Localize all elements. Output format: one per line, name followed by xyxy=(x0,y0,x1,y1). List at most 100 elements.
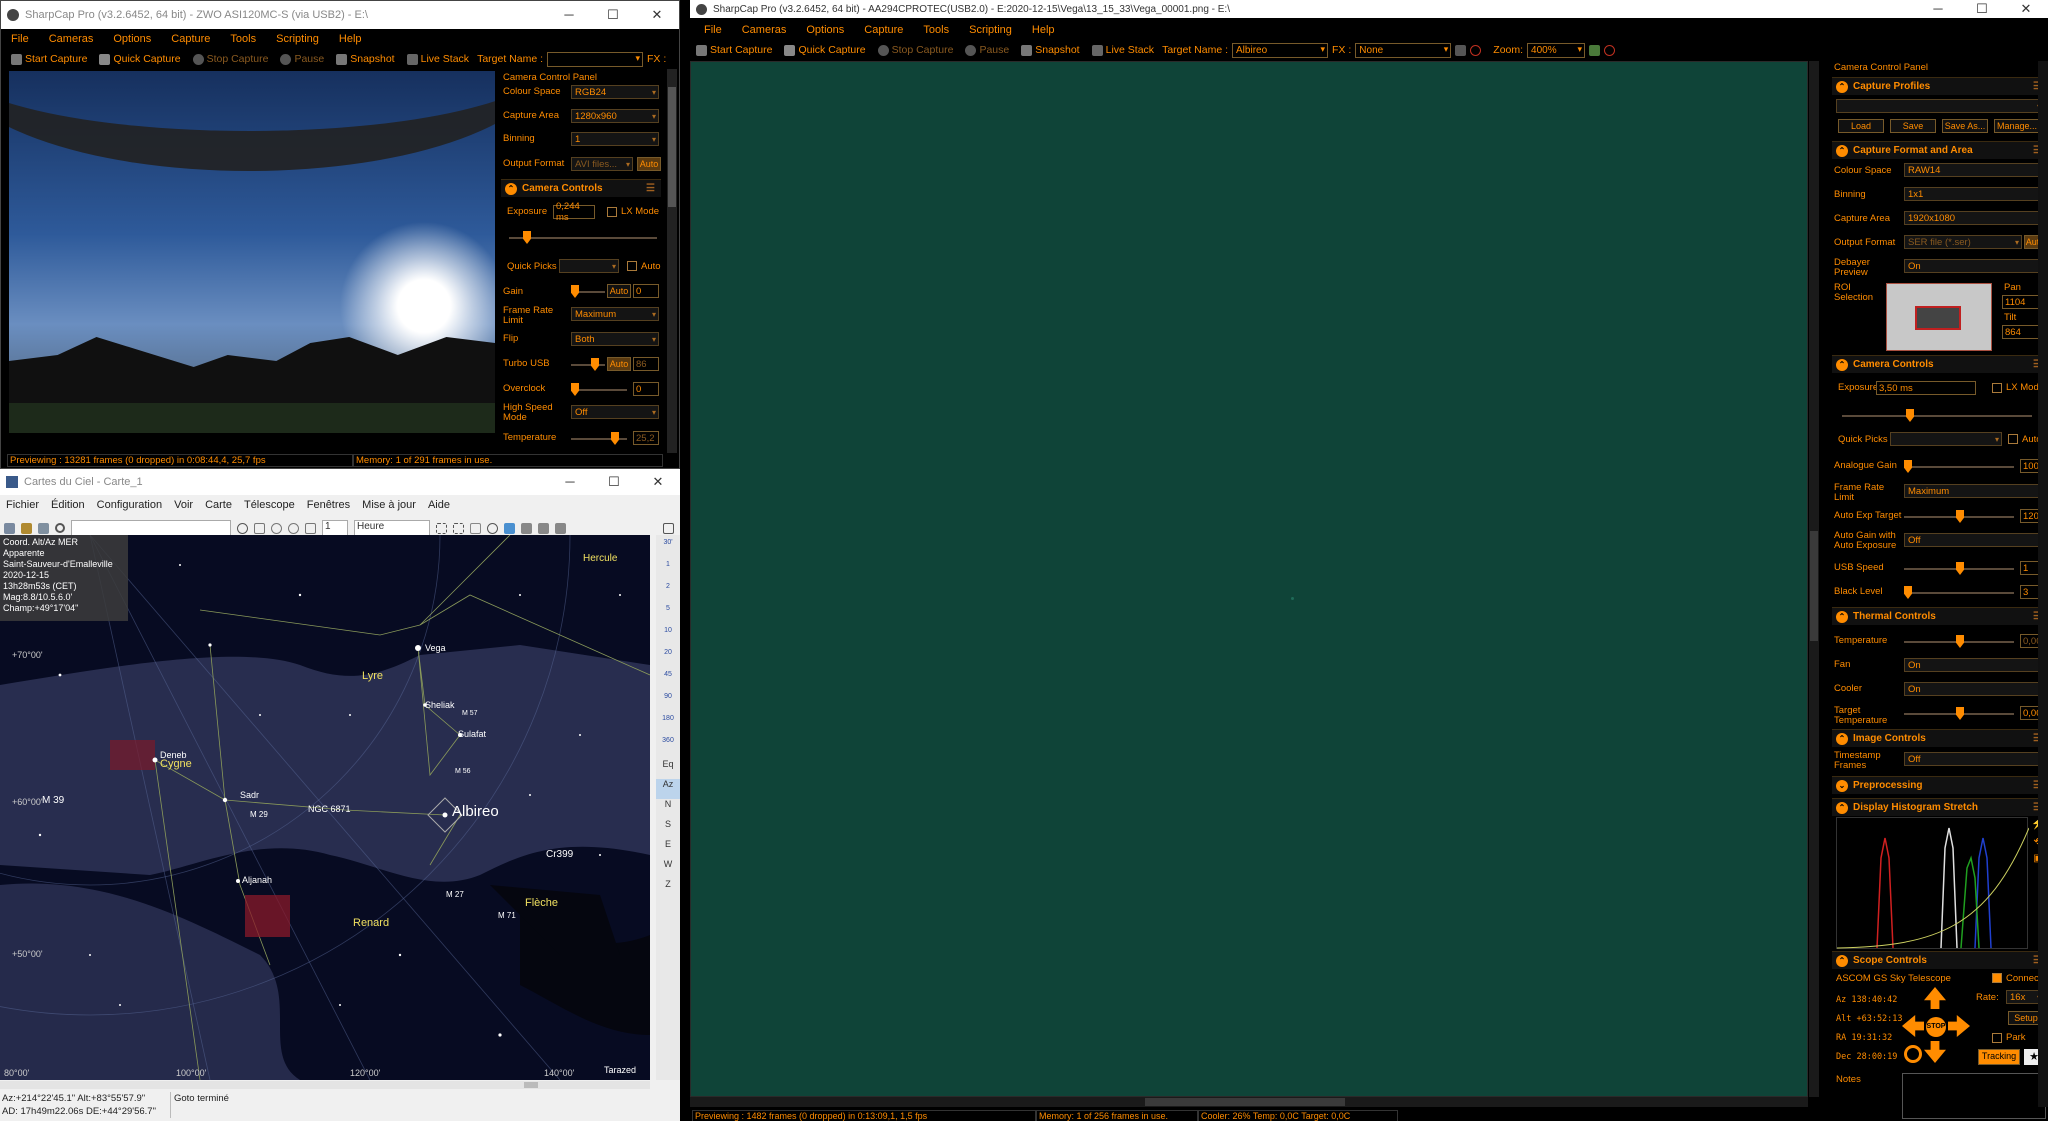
close-icon[interactable]: ✕ xyxy=(636,474,680,490)
fov-45[interactable]: 45 xyxy=(656,671,680,693)
maximize-icon[interactable]: ☐ xyxy=(591,7,635,23)
menu-tools[interactable]: Tools xyxy=(913,24,959,36)
slider-knob[interactable] xyxy=(1956,510,1964,523)
start-capture-button[interactable]: Start Capture xyxy=(7,53,91,65)
menu-configuration[interactable]: Configuration xyxy=(91,499,168,511)
telescope-icon[interactable] xyxy=(504,522,515,534)
pause-button[interactable]: Pause xyxy=(961,44,1013,56)
close-icon[interactable]: ✕ xyxy=(635,7,679,23)
fov-2[interactable]: 2 xyxy=(656,583,680,605)
fov-10[interactable]: 10 xyxy=(656,627,680,649)
frame-rate-select[interactable]: Maximum xyxy=(1904,484,2046,498)
park-target-icon[interactable] xyxy=(1904,1045,1922,1063)
overclock-slider[interactable] xyxy=(571,383,627,396)
exposure-input[interactable]: 3,50 ms xyxy=(1876,381,1976,395)
quick-picks-select[interactable] xyxy=(559,259,619,273)
main-camera-preview[interactable] xyxy=(690,61,1808,1097)
camera-controls-header[interactable]: ⌃Camera Controls☰ xyxy=(1832,355,2048,373)
list-icon[interactable] xyxy=(38,522,49,534)
menu-help[interactable]: Help xyxy=(329,33,372,45)
menu-cameras[interactable]: Cameras xyxy=(732,24,797,36)
output-format-select[interactable]: SER file (*.ser) xyxy=(1904,235,2022,249)
turbo-usb-input[interactable]: 86 xyxy=(633,357,659,371)
lx-mode-checkbox[interactable] xyxy=(607,207,617,217)
lx-mode-checkbox[interactable] xyxy=(1992,383,2002,393)
zoom-box-2-icon[interactable] xyxy=(453,522,464,534)
load-profile-button[interactable]: Load xyxy=(1838,119,1884,133)
north-button[interactable]: N xyxy=(656,799,680,819)
fov-360[interactable]: 360 xyxy=(656,737,680,759)
zoom-box-icon[interactable] xyxy=(436,522,447,534)
telescope-2-icon[interactable] xyxy=(521,522,532,534)
roi-selector[interactable] xyxy=(1886,283,1992,351)
histogram-display[interactable] xyxy=(1836,817,2030,949)
slider-knob[interactable] xyxy=(1956,707,1964,720)
menu-file[interactable]: File xyxy=(1,33,39,45)
capture-area-select[interactable]: 1280x960 xyxy=(571,109,659,123)
turbo-usb-slider[interactable] xyxy=(571,358,605,371)
forward-icon[interactable] xyxy=(305,522,316,534)
step-input[interactable]: 1 xyxy=(322,520,348,536)
menu-options[interactable]: Options xyxy=(796,24,854,36)
slider-knob[interactable] xyxy=(611,432,619,445)
manage-profiles-button[interactable]: Manage... xyxy=(1994,119,2040,133)
target-temperature-slider[interactable] xyxy=(1904,707,2014,720)
quick-picks-select[interactable] xyxy=(1890,432,2002,446)
az-button[interactable]: Az xyxy=(656,779,680,799)
target-name-input[interactable]: Albireo xyxy=(1232,42,1329,58)
slew-down-icon[interactable] xyxy=(1924,1041,1946,1063)
fov-30min[interactable]: 30' xyxy=(656,539,680,561)
snapshot-button[interactable]: Snapshot xyxy=(332,53,398,65)
colour-space-select[interactable]: RAW14 xyxy=(1904,163,2046,177)
start-capture-button[interactable]: Start Capture xyxy=(692,44,776,56)
roi-rectangle[interactable] xyxy=(1915,306,1961,330)
exposure-slider[interactable] xyxy=(509,231,657,244)
clock-icon[interactable] xyxy=(237,522,248,534)
colour-space-select[interactable]: RGB24 xyxy=(571,85,659,99)
telescope-4-icon[interactable] xyxy=(555,522,566,534)
quick-capture-button[interactable]: Quick Capture xyxy=(780,44,869,56)
exposure-slider[interactable] xyxy=(1842,409,2032,422)
menu-cameras[interactable]: Cameras xyxy=(39,33,104,45)
telescope-3-icon[interactable] xyxy=(538,522,549,534)
menu-fichier[interactable]: Fichier xyxy=(0,499,45,511)
target-icon[interactable] xyxy=(487,522,498,534)
unit-select[interactable]: Heure xyxy=(354,520,430,536)
image-controls-header[interactable]: ⌃Image Controls☰ xyxy=(1832,729,2048,747)
target-name-input[interactable] xyxy=(547,51,644,67)
menu-capture[interactable]: Capture xyxy=(854,24,913,36)
frame-rate-select[interactable]: Maximum xyxy=(571,307,659,321)
park-checkbox[interactable] xyxy=(1992,1033,2002,1043)
cooler-select[interactable]: On xyxy=(1904,682,2046,696)
connected-checkbox[interactable] xyxy=(1992,973,2002,983)
object-search-input[interactable] xyxy=(71,520,231,536)
flip-select[interactable]: Both xyxy=(571,332,659,346)
hscroll-thumb[interactable] xyxy=(1145,1098,1345,1106)
calendar-icon[interactable] xyxy=(4,522,15,534)
debayer-select[interactable]: On xyxy=(1904,259,2046,273)
grid-icon[interactable] xyxy=(1455,44,1467,56)
slider-knob[interactable] xyxy=(591,358,599,371)
save-profile-button[interactable]: Save xyxy=(1890,119,1936,133)
menu-tools[interactable]: Tools xyxy=(220,33,266,45)
menu-aide[interactable]: Aide xyxy=(422,499,456,511)
camera-controls-header[interactable]: ⌃Camera Controls☰ xyxy=(501,179,661,197)
panel-scrollbar[interactable] xyxy=(2038,61,2048,1107)
vscroll-thumb[interactable] xyxy=(1810,531,1818,641)
output-format-auto-button[interactable]: Auto xyxy=(637,157,661,171)
fov-5[interactable]: 5 xyxy=(656,605,680,627)
database-icon[interactable] xyxy=(21,522,32,534)
pause-button[interactable]: Pause xyxy=(276,53,328,65)
histogram-icon[interactable] xyxy=(1589,44,1601,56)
menu-scripting[interactable]: Scripting xyxy=(959,24,1022,36)
slew-up-icon[interactable] xyxy=(1924,987,1946,1009)
close-icon[interactable]: ✕ xyxy=(2004,1,2048,17)
quick-capture-button[interactable]: Quick Capture xyxy=(95,53,184,65)
preview-hscroll[interactable] xyxy=(690,1097,1808,1107)
menu-options[interactable]: Options xyxy=(103,33,161,45)
slew-stop-button[interactable]: STOP xyxy=(1926,1017,1946,1037)
fov-20[interactable]: 20 xyxy=(656,649,680,671)
exposure-input[interactable]: 0,244 ms xyxy=(553,201,595,223)
menu-file[interactable]: File xyxy=(694,24,732,36)
temperature-slider[interactable] xyxy=(571,432,627,445)
